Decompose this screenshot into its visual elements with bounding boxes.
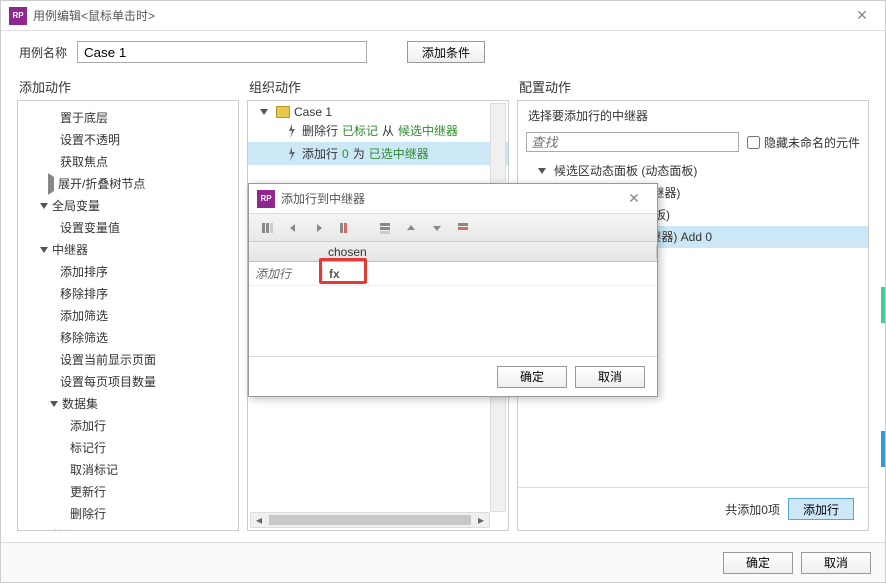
move-up-icon[interactable]: [399, 218, 423, 238]
tree-item[interactable]: 设置每页项目数量: [18, 371, 238, 393]
dialog-footer: 确定 取消: [1, 542, 885, 582]
edge-tab-green[interactable]: [881, 287, 885, 323]
move-left-icon[interactable]: [281, 218, 305, 238]
app-icon: RP: [9, 7, 27, 25]
case-node[interactable]: Case 1: [248, 105, 508, 119]
scroll-left-icon[interactable]: ◂: [251, 513, 267, 527]
action-row-add[interactable]: 添加行 0 为 已选中继器: [248, 142, 508, 165]
scroll-right-icon[interactable]: ▸: [473, 513, 489, 527]
modal-toolbar: [249, 214, 657, 242]
col1-header: 添加动作: [13, 71, 243, 100]
delete-column-icon[interactable]: [333, 218, 357, 238]
close-icon[interactable]: ✕: [847, 7, 877, 24]
modal-cancel-button[interactable]: 取消: [575, 366, 645, 388]
app-icon: RP: [257, 190, 275, 208]
tree-item[interactable]: 添加行: [18, 415, 238, 437]
modal-ok-button[interactable]: 确定: [497, 366, 567, 388]
add-row-button[interactable]: 添加行: [788, 498, 854, 520]
tree-item[interactable]: 设置不透明: [18, 129, 238, 151]
move-right-icon[interactable]: [307, 218, 331, 238]
tree-group-repeater[interactable]: 中继器: [18, 239, 238, 261]
tree-item[interactable]: 设置变量值: [18, 217, 238, 239]
modal-title: 添加行到中继器: [281, 190, 619, 207]
chevron-right-icon: [48, 173, 54, 195]
ok-button[interactable]: 确定: [723, 552, 793, 574]
tree-item[interactable]: 移除筛选: [18, 327, 238, 349]
case-name-label: 用例名称: [19, 44, 67, 61]
chevron-down-icon: [260, 109, 268, 115]
grid-header: chosen: [249, 242, 657, 262]
tree-item[interactable]: 获取焦点: [18, 151, 238, 173]
tree-item[interactable]: 删除行: [18, 503, 238, 525]
tree-group-global[interactable]: 全局变量: [18, 195, 238, 217]
folder-icon: [276, 106, 290, 118]
tree-item[interactable]: 添加筛选: [18, 305, 238, 327]
tree-item-expand[interactable]: 展开/折叠树节点: [18, 173, 238, 195]
col2-header: 组织动作: [243, 71, 513, 100]
tree-item[interactable]: 添加排序: [18, 261, 238, 283]
bolt-icon: [286, 124, 298, 138]
scroll-thumb[interactable]: [269, 515, 471, 525]
hide-unnamed-checkbox[interactable]: 隐藏未命名的元件: [747, 134, 860, 151]
cfg-group-1[interactable]: 候选区动态面板 (动态面板): [518, 160, 868, 182]
main-window: RP 用例编辑<鼠标单击时> ✕ 用例名称 添加条件 添加动作 置于底层 设置不…: [0, 0, 886, 583]
tree-item[interactable]: 移除排序: [18, 283, 238, 305]
tree-group-dataset[interactable]: 数据集: [18, 393, 238, 415]
add-condition-button[interactable]: 添加条件: [407, 41, 485, 63]
fx-cell[interactable]: fx: [322, 267, 402, 281]
action-row-delete[interactable]: 删除行 已标记 从 候选中继器: [248, 119, 508, 142]
add-column-icon[interactable]: [255, 218, 279, 238]
col3-header: 配置动作: [513, 71, 873, 100]
tree-item[interactable]: 取消标记: [18, 459, 238, 481]
edge-tab-blue[interactable]: [881, 431, 885, 467]
window-title: 用例编辑<鼠标单击时>: [33, 7, 847, 24]
tree-group-other[interactable]: 其他: [18, 525, 238, 531]
titlebar: RP 用例编辑<鼠标单击时> ✕: [1, 1, 885, 31]
tree-item[interactable]: 标记行: [18, 437, 238, 459]
row-label: 添加行: [249, 265, 322, 282]
grid-row[interactable]: 添加行 fx: [249, 262, 657, 286]
chevron-down-icon: [40, 247, 48, 253]
chevron-down-icon: [538, 168, 546, 174]
move-down-icon[interactable]: [425, 218, 449, 238]
tree-item[interactable]: 置于底层: [18, 107, 238, 129]
chevron-down-icon: [40, 203, 48, 209]
bolt-icon: [286, 147, 298, 161]
h-scrollbar[interactable]: ◂ ▸: [250, 512, 490, 528]
summary-text: 共添加0项: [725, 501, 780, 518]
case-name-input[interactable]: [77, 41, 367, 63]
delete-row-icon[interactable]: [451, 218, 475, 238]
actions-tree-panel: 置于底层 设置不透明 获取焦点 展开/折叠树节点 全局变量 设置变量值 中继器 …: [17, 100, 239, 531]
chevron-down-icon: [50, 401, 58, 407]
search-input[interactable]: [526, 132, 739, 152]
add-row-modal: RP 添加行到中继器 ✕ chosen 添加行 fx 确定 取消: [248, 183, 658, 397]
cancel-button[interactable]: 取消: [801, 552, 871, 574]
config-subtitle: 选择要添加行的中继器: [518, 101, 868, 128]
grid-col-chosen[interactable]: chosen: [322, 245, 657, 259]
modal-close-icon[interactable]: ✕: [619, 190, 649, 207]
case-name-row: 用例名称 添加条件: [1, 31, 885, 71]
add-row-icon[interactable]: [373, 218, 397, 238]
tree-item[interactable]: 设置当前显示页面: [18, 349, 238, 371]
tree-item[interactable]: 更新行: [18, 481, 238, 503]
